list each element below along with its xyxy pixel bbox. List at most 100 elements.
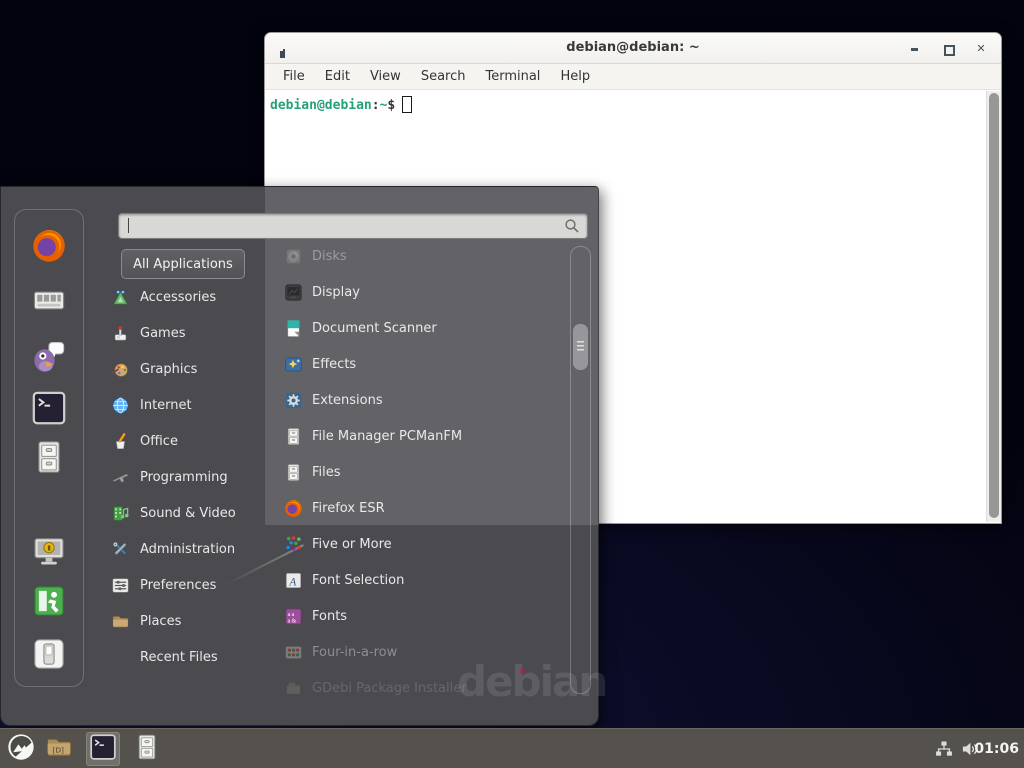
category-places[interactable]: Places [111, 603, 276, 639]
app-list-scrollbar-thumb[interactable] [573, 324, 588, 370]
category-label: Accessories [140, 290, 216, 305]
app-fonts[interactable]: a aa &Fonts [284, 598, 562, 634]
accessories-icon [111, 288, 130, 307]
programming-icon [111, 468, 130, 487]
maximize-button[interactable] [941, 42, 955, 56]
gdebi-icon [284, 679, 303, 698]
app-label: Extensions [312, 393, 383, 408]
terminal-icon [30, 390, 68, 426]
app-effects[interactable]: Effects [284, 346, 562, 382]
category-label: Administration [140, 542, 235, 557]
fonts-icon: a aa & [284, 607, 303, 626]
svg-text:A: A [288, 576, 296, 588]
taskbar-applications-menu-launcher[interactable] [4, 732, 38, 766]
terminal-menu-search[interactable]: Search [411, 66, 476, 87]
favorite-pidgin[interactable] [30, 337, 68, 375]
folder-icon: [D] [45, 733, 73, 765]
category-internet[interactable]: Internet [111, 387, 276, 423]
search-input[interactable] [118, 213, 588, 239]
app-font-selection[interactable]: A Font Selection [284, 562, 562, 598]
svg-text:a &: a & [288, 618, 297, 624]
terminal-menu-edit[interactable]: Edit [315, 66, 360, 87]
close-button[interactable]: ✕ [974, 42, 988, 56]
five-or-more-icon [284, 535, 303, 554]
app-label: Effects [312, 357, 356, 372]
four-in-a-row-icon [284, 643, 303, 662]
lock-screen-button[interactable] [30, 532, 68, 570]
menu-logo-icon [7, 733, 35, 765]
terminal-scrollbar-thumb[interactable] [989, 93, 999, 518]
administration-icon [111, 540, 130, 559]
favorite-firefox[interactable] [30, 227, 68, 265]
log-out-button[interactable] [30, 582, 68, 620]
app-four-in-a-row[interactable]: Four-in-a-row [284, 634, 562, 670]
category-label: Programming [140, 470, 228, 485]
category-accessories[interactable]: Accessories [111, 279, 276, 315]
terminal-icon [89, 733, 117, 765]
network-icon [934, 744, 954, 763]
desktop: debian@debian: ~ ✕ FileEditViewSearchTer… [0, 0, 1024, 768]
app-label: Five or More [312, 537, 392, 552]
document-scanner-icon [284, 319, 303, 338]
all-applications-label: All Applications [133, 257, 233, 272]
internet-icon [111, 396, 130, 415]
terminal-cursor [402, 96, 412, 113]
app-label: Four-in-a-row [312, 645, 397, 660]
minimize-button[interactable] [908, 42, 922, 56]
category-list: Accessories GamesGraphics Internet Office Pr… [111, 279, 276, 675]
app-extensions[interactable]: Extensions [284, 382, 562, 418]
terminal-menu-file[interactable]: File [273, 66, 315, 87]
app-disks[interactable]: Disks [284, 238, 562, 274]
category-office[interactable]: Office [111, 423, 276, 459]
category-sound-video[interactable]: Sound & Video [111, 495, 276, 531]
category-label: Sound & Video [140, 506, 236, 521]
applications-menu: debian All Applications AccessoriesGames… [0, 186, 599, 726]
terminal-scrollbar[interactable] [986, 91, 1001, 522]
app-list-scrollbar[interactable] [570, 246, 591, 694]
favorite-keyboard[interactable] [30, 282, 68, 320]
display-icon [284, 283, 303, 302]
svg-text:a a: a a [288, 611, 295, 617]
category-administration[interactable]: Administration [111, 531, 276, 567]
taskbar-terminal-window[interactable] [86, 732, 120, 766]
app-label: Font Selection [312, 573, 404, 588]
category-recent-files[interactable]: Recent Files [111, 639, 276, 675]
terminal-menu-view[interactable]: View [360, 66, 411, 87]
taskbar-file-manager-launcher[interactable]: [D] [42, 732, 76, 766]
terminal-titlebar[interactable]: debian@debian: ~ ✕ [265, 33, 1001, 64]
category-label: Preferences [140, 578, 216, 593]
disks-icon [284, 247, 303, 266]
category-programming[interactable]: Programming [111, 459, 276, 495]
search-caret [128, 218, 129, 233]
terminal-menu-terminal[interactable]: Terminal [475, 66, 550, 87]
all-applications-button[interactable]: All Applications [121, 249, 245, 279]
app-five-or-more[interactable]: Five or More [284, 526, 562, 562]
app-display[interactable]: Display [284, 274, 562, 310]
extensions-icon [284, 391, 303, 410]
category-graphics[interactable]: Graphics [111, 351, 276, 387]
category-preferences[interactable]: Preferences [111, 567, 276, 603]
app-gdebi-package-installer[interactable]: GDebi Package Installer [284, 670, 562, 706]
svg-text:[D]: [D] [52, 745, 64, 754]
app-document-scanner[interactable]: Document Scanner [284, 310, 562, 346]
taskbar-files-launcher[interactable] [130, 732, 164, 766]
clock[interactable]: 01:06 [974, 729, 1019, 768]
app-label: File Manager PCManFM [312, 429, 462, 444]
logout-icon [30, 583, 68, 619]
app-label: Firefox ESR [312, 501, 385, 516]
network-tray-icon[interactable] [934, 739, 954, 759]
firefox-icon [30, 228, 68, 264]
app-files[interactable]: Files [284, 454, 562, 490]
pidgin-icon [30, 338, 68, 374]
file-cabinet-icon [284, 427, 303, 446]
shut-down-button[interactable] [30, 635, 68, 673]
taskbar: [D] 01:06 [0, 728, 1024, 768]
category-label: Internet [140, 398, 192, 413]
app-file-manager-pcmanfm[interactable]: File Manager PCManFM [284, 418, 562, 454]
app-firefox-esr[interactable]: Firefox ESR [284, 490, 562, 526]
favorite-file-manager[interactable] [30, 438, 68, 476]
lock-screen-icon [30, 533, 68, 569]
terminal-menu-help[interactable]: Help [550, 66, 600, 87]
category-games[interactable]: Games [111, 315, 276, 351]
favorite-terminal[interactable] [30, 389, 68, 427]
